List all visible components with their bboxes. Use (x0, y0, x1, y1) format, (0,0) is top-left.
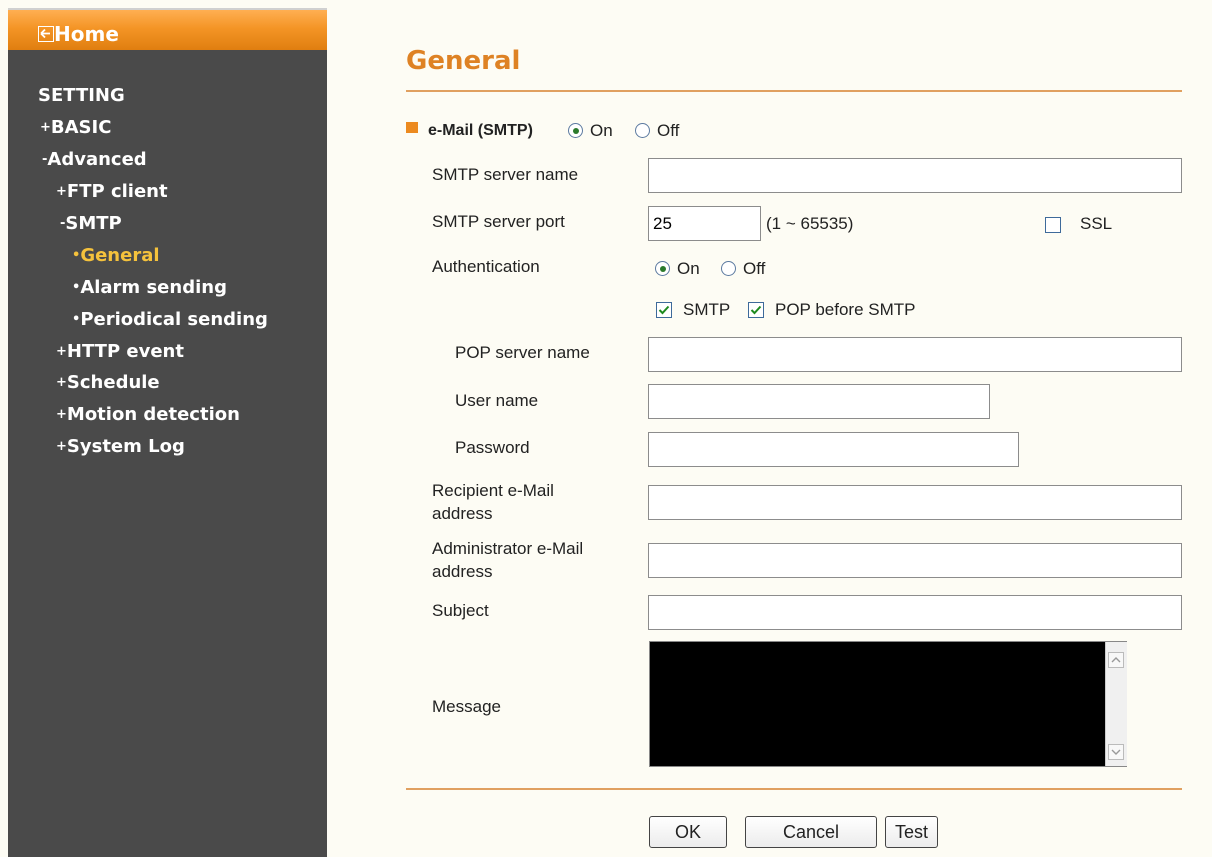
administrator-label-line1: Administrator e-Mail (432, 539, 584, 558)
smtp-server-name-input[interactable] (648, 158, 1182, 193)
smtp-server-port-label: SMTP server port (432, 212, 565, 231)
smtp-server-name-label: SMTP server name (432, 165, 579, 184)
page-title: General (406, 46, 521, 76)
email-smtp-on-label: On (590, 121, 613, 140)
email-smtp-label: e-Mail (SMTP) (428, 122, 533, 139)
email-smtp-off-label: Off (657, 121, 680, 140)
password-input[interactable] (648, 432, 1019, 467)
authentication-label: Authentication (432, 257, 540, 276)
ssl-checkbox[interactable] (1045, 217, 1061, 233)
sidebar-item-label: System Log (66, 436, 185, 457)
expand-icon: + (56, 344, 67, 359)
smtp-port-range-hint: (1 ~ 65535) (766, 214, 854, 233)
sidebar-item-label: SMTP (65, 213, 122, 234)
auth-pop-before-smtp-checkbox[interactable] (748, 302, 764, 318)
authentication-on-radio[interactable] (655, 261, 670, 276)
home-label: Home (54, 22, 119, 46)
sidebar-item-label: BASIC (50, 117, 112, 138)
administrator-label-line2: address (432, 562, 493, 581)
sidebar-item-smtp[interactable]: -SMTP (60, 214, 122, 234)
auth-smtp-checkbox[interactable] (656, 302, 672, 318)
expand-icon: + (56, 375, 67, 390)
authentication-off-label: Off (743, 259, 766, 278)
home-button[interactable]: Home (8, 8, 327, 50)
email-smtp-off-radio[interactable] (635, 123, 650, 138)
auth-pop-before-smtp-label: POP before SMTP (775, 300, 916, 319)
sidebar-item-label: Advanced (47, 149, 147, 170)
cancel-button[interactable]: Cancel (745, 816, 877, 848)
subject-input[interactable] (648, 595, 1182, 630)
ssl-label: SSL (1080, 214, 1113, 233)
sidebar-item-label: FTP client (66, 181, 168, 202)
section-bullet-icon (406, 122, 418, 133)
expand-icon: + (40, 120, 51, 135)
back-arrow-icon (38, 26, 54, 42)
administrator-email-input[interactable] (648, 543, 1182, 578)
user-name-input[interactable] (648, 384, 990, 419)
checkmark-icon (750, 305, 762, 315)
sidebar-item-basic[interactable]: +BASIC (40, 118, 111, 138)
scroll-down-icon[interactable] (1108, 744, 1124, 760)
sidebar-item-ftp-client[interactable]: +FTP client (56, 182, 168, 202)
expand-icon: + (56, 184, 67, 199)
sidebar-item-label: Motion detection (66, 404, 240, 425)
setting-heading: SETTING (38, 85, 125, 106)
authentication-on-label: On (677, 259, 700, 278)
message-textarea[interactable] (649, 641, 1127, 767)
expand-icon: + (56, 407, 67, 422)
bottom-divider (406, 788, 1182, 790)
sidebar-item-http-event[interactable]: +HTTP event (56, 342, 184, 362)
sidebar-item-periodical-sending[interactable]: •Periodical sending (72, 310, 268, 330)
recipient-label-line2: address (432, 504, 493, 523)
sidebar-item-system-log[interactable]: +System Log (56, 437, 185, 457)
title-divider (406, 90, 1182, 92)
sidebar-item-general[interactable]: •General (72, 246, 160, 266)
recipient-label-line1: Recipient e-Mail (432, 481, 554, 500)
pop-server-name-label: POP server name (455, 343, 590, 362)
recipient-email-input[interactable] (648, 485, 1182, 520)
sidebar-item-schedule[interactable]: +Schedule (56, 373, 160, 393)
ok-button[interactable]: OK (649, 816, 727, 848)
sidebar-item-label: Periodical sending (80, 309, 268, 330)
scroll-up-icon[interactable] (1108, 652, 1124, 668)
message-label: Message (432, 697, 501, 716)
auth-smtp-label: SMTP (683, 300, 731, 319)
pop-server-name-input[interactable] (648, 337, 1182, 372)
sidebar-item-label: Alarm sending (80, 277, 227, 298)
sidebar-item-alarm-sending[interactable]: •Alarm sending (72, 278, 227, 298)
test-button[interactable]: Test (885, 816, 938, 848)
user-name-label: User name (455, 391, 539, 410)
sidebar-item-motion-detection[interactable]: +Motion detection (56, 405, 240, 425)
sidebar-item-label: General (80, 245, 160, 266)
checkmark-icon (658, 305, 670, 315)
email-smtp-on-radio[interactable] (568, 123, 583, 138)
password-label: Password (455, 438, 530, 457)
smtp-server-port-input[interactable] (648, 206, 761, 241)
expand-icon: + (56, 439, 67, 454)
sidebar-item-label: Schedule (66, 372, 160, 393)
sidebar-item-advanced[interactable]: -Advanced (42, 150, 147, 170)
subject-label: Subject (432, 601, 489, 620)
authentication-off-radio[interactable] (721, 261, 736, 276)
message-scrollbar[interactable] (1105, 642, 1127, 766)
sidebar-item-label: HTTP event (66, 341, 184, 362)
